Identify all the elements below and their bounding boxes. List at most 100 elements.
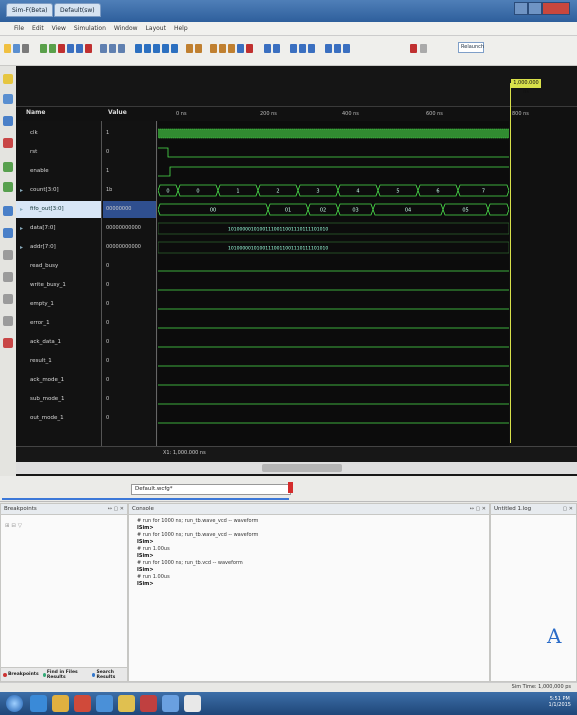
signal-name-row[interactable]: rst	[16, 144, 101, 161]
prev-transition-icon[interactable]	[186, 44, 193, 53]
signal-name-row[interactable]: out_mode_1	[16, 410, 101, 427]
ruler-icon[interactable]	[3, 294, 13, 304]
signal-name-row[interactable]: ▸ data[7:0]	[16, 220, 101, 237]
expand-arrow-icon[interactable]: ▸	[20, 220, 23, 237]
signal-name-row[interactable]: ▸ count[3:0]	[16, 182, 101, 199]
cursor-icon[interactable]	[3, 74, 13, 84]
bookmark-icon[interactable]	[3, 316, 13, 326]
run-all-icon[interactable]	[299, 44, 306, 53]
pane-controls-icon[interactable]: ↔ ▢ ✕	[470, 504, 486, 514]
zoom-full-icon[interactable]	[144, 44, 151, 53]
signal-name-row[interactable]: write_busy_1	[16, 277, 101, 294]
expand-icon[interactable]	[3, 206, 13, 216]
expand-arrow-icon[interactable]: ▸	[20, 182, 23, 199]
tab-default-wcfg[interactable]: Default.wcfg*	[131, 484, 291, 495]
menu-help[interactable]: Help	[174, 25, 188, 32]
name-column-header[interactable]: Name	[26, 109, 45, 121]
start-button-icon[interactable]	[6, 695, 23, 712]
expand-arrow-icon[interactable]: ▸	[20, 239, 23, 256]
color-icon[interactable]	[3, 272, 13, 282]
copy-icon[interactable]	[67, 44, 74, 53]
cut-icon[interactable]	[58, 44, 65, 53]
breakpoint-tools[interactable]: ⊞ ⊟ ▽	[1, 515, 127, 537]
signal-name-row[interactable]: read_busy	[16, 258, 101, 275]
folder-icon[interactable]	[52, 695, 69, 712]
time-cursor[interactable]	[510, 83, 511, 443]
signal-name-row[interactable]: ▸ addr[7:0]	[16, 239, 101, 256]
next-marker-icon[interactable]	[228, 44, 235, 53]
swap-cursors-icon[interactable]	[237, 44, 244, 53]
signal-name-row[interactable]: ack_data_1	[16, 334, 101, 351]
expand-arrow-icon[interactable]: ▸	[20, 201, 23, 218]
tab-search-results[interactable]: Search Results	[92, 670, 127, 680]
undo-icon[interactable]	[40, 44, 47, 53]
goto-start-icon[interactable]	[162, 44, 169, 53]
waveform-canvas[interactable]: 0 0 1 2 3 4 5 6 700 01 02 03 04 051010000010100111001…	[157, 121, 510, 446]
stop-icon[interactable]	[410, 44, 417, 53]
signal-name-row[interactable]: ack_mode_1	[16, 372, 101, 389]
signal-name-row[interactable]: empty_1	[16, 296, 101, 313]
signal-name-row[interactable]: sub_mode_1	[16, 391, 101, 408]
goto-cursor-icon[interactable]	[153, 44, 160, 53]
run-for-icon[interactable]	[308, 44, 315, 53]
find-icon[interactable]	[100, 44, 107, 53]
console-output[interactable]: # run for 1000 ns; run_tb.wave_vcd -- wa…	[129, 515, 489, 588]
signal-name-row[interactable]: enable	[16, 163, 101, 180]
pane-controls-icon[interactable]: ↔ ▢ ✕	[108, 504, 124, 514]
taskbar-clock[interactable]: 5:51 PM 1/1/2015	[549, 696, 571, 708]
paste-icon[interactable]	[76, 44, 83, 53]
close-button[interactable]	[542, 2, 570, 15]
pane-controls-icon[interactable]: ▢ ✕	[562, 504, 573, 514]
zoom-icon[interactable]	[3, 94, 13, 104]
relaunch-button[interactable]: Relaunch	[458, 42, 484, 53]
redo-icon[interactable]	[49, 44, 56, 53]
zoom-in-icon[interactable]	[109, 44, 116, 53]
open-icon[interactable]	[4, 44, 11, 53]
menu-layout[interactable]: Layout	[146, 25, 166, 32]
tab-breakpoints[interactable]: Breakpoints	[3, 672, 39, 677]
scrollbar-thumb[interactable]	[262, 464, 342, 472]
ie-icon[interactable]	[30, 695, 47, 712]
ise-icon[interactable]	[140, 695, 157, 712]
signal-name-row[interactable]: result_1	[16, 353, 101, 370]
value-column-header[interactable]: Value	[108, 109, 127, 121]
document-icon[interactable]	[184, 695, 201, 712]
divider-icon[interactable]	[273, 44, 280, 53]
waveform-plot[interactable]: 0 0 1 2 3 4 5 6 7 00 01 02 03 04 05 1010000010100111001…	[157, 121, 510, 446]
next-transition-icon[interactable]	[195, 44, 202, 53]
menu-simulation[interactable]: Simulation	[74, 25, 106, 32]
signal-name-row[interactable]: ▸ fifo_out[3:0]	[16, 201, 101, 218]
horizontal-scrollbar[interactable]	[16, 462, 577, 474]
window-tab[interactable]: Default(sw)	[54, 3, 101, 17]
prev-marker-icon[interactable]	[219, 44, 226, 53]
media-icon[interactable]	[74, 695, 91, 712]
hierarchy-icon[interactable]	[3, 116, 13, 126]
add-marker-icon[interactable]	[210, 44, 217, 53]
notes-icon[interactable]	[118, 695, 135, 712]
group-icon[interactable]	[264, 44, 271, 53]
snap-icon[interactable]	[246, 44, 253, 53]
maximize-button[interactable]	[528, 2, 542, 15]
restart-icon[interactable]	[290, 44, 297, 53]
zoom-out-icon[interactable]	[118, 44, 125, 53]
add-signal-icon[interactable]	[3, 162, 13, 172]
menu-file[interactable]: File	[14, 25, 24, 32]
signal-name-row[interactable]: error_1	[16, 315, 101, 332]
save-icon[interactable]	[13, 44, 20, 53]
app-icon[interactable]	[96, 695, 113, 712]
print-icon[interactable]	[22, 44, 29, 53]
close-tab-icon[interactable]	[288, 482, 293, 493]
menu-view[interactable]: View	[52, 25, 66, 32]
step-icon[interactable]	[325, 44, 332, 53]
error-icon[interactable]	[3, 338, 13, 348]
minimize-button[interactable]	[514, 2, 528, 15]
isim-icon[interactable]	[162, 695, 179, 712]
marker-icon[interactable]	[3, 138, 13, 148]
zoom-fit-icon[interactable]	[135, 44, 142, 53]
run-time-field-icon[interactable]	[343, 44, 350, 53]
menu-window[interactable]: Window	[114, 25, 138, 32]
menu-edit[interactable]: Edit	[32, 25, 44, 32]
time-unit-icon[interactable]	[420, 44, 427, 53]
collapse-icon[interactable]	[3, 228, 13, 238]
break-icon[interactable]	[334, 44, 341, 53]
